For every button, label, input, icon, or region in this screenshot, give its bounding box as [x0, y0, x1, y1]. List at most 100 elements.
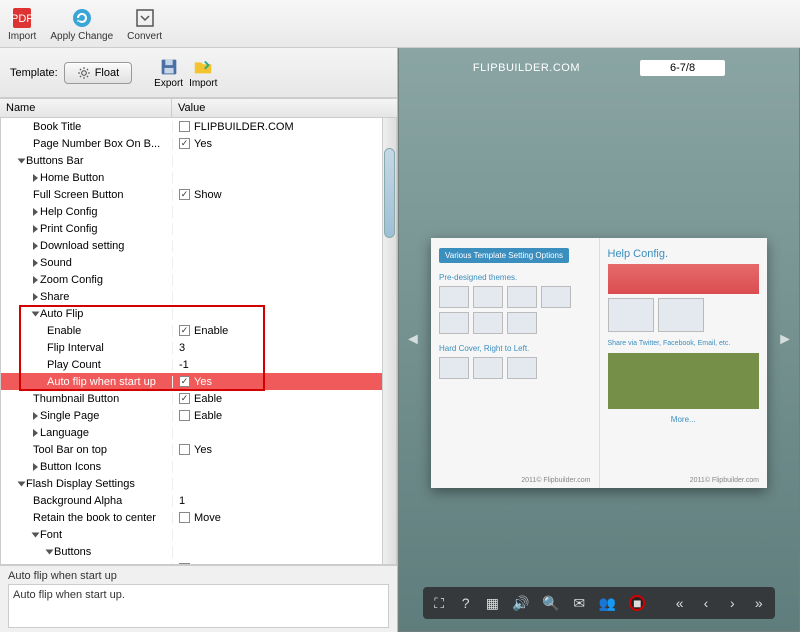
- checkbox-icon[interactable]: ✓: [179, 138, 190, 149]
- main-toolbar: PDF Import Apply Change Convert: [0, 0, 800, 48]
- property-row[interactable]: Button Icons: [1, 458, 396, 475]
- property-row[interactable]: Print Config: [1, 220, 396, 237]
- property-row[interactable]: Flash Display Settings: [1, 475, 396, 492]
- property-row[interactable]: Page Number Box On B...✓Yes: [1, 135, 396, 152]
- import-template-label: Import: [189, 78, 217, 89]
- share-text: Share via Twitter, Facebook, Email, etc.: [608, 340, 760, 347]
- property-row[interactable]: Enable✓Enable: [1, 322, 396, 339]
- property-name: Thumbnail Button: [33, 393, 119, 405]
- pdf-icon: PDF: [10, 6, 34, 30]
- prev-page-icon[interactable]: ‹: [700, 595, 712, 611]
- next-arrow-icon[interactable]: ►: [777, 331, 793, 349]
- property-row[interactable]: Download setting: [1, 237, 396, 254]
- expand-icon[interactable]: [33, 463, 38, 471]
- expand-icon[interactable]: [33, 293, 38, 301]
- property-name: Flash Display Settings: [26, 478, 135, 490]
- expand-icon[interactable]: [33, 174, 38, 182]
- property-name: Buttons Bar: [26, 155, 83, 167]
- property-name: Font: [40, 529, 62, 541]
- preview-panel: FLIPBUILDER.COM 6-7/8 ◄ ► Various Templa…: [398, 48, 800, 632]
- expand-icon[interactable]: [33, 242, 38, 250]
- property-value: Eable: [194, 393, 222, 405]
- sound-icon[interactable]: 🔊: [513, 595, 529, 611]
- preview-site-title: FLIPBUILDER.COM: [473, 62, 580, 74]
- import-template-button[interactable]: Import: [189, 56, 217, 89]
- property-row[interactable]: Auto flip when start up✓Yes: [1, 373, 396, 390]
- property-row[interactable]: Background Alpha1: [1, 492, 396, 509]
- property-name: Zoom Config: [40, 274, 103, 286]
- checkbox-icon[interactable]: [179, 121, 190, 132]
- help-icon[interactable]: ?: [459, 595, 471, 611]
- expand-icon[interactable]: [32, 532, 40, 537]
- expand-icon[interactable]: [33, 412, 38, 420]
- expand-icon[interactable]: [32, 311, 40, 316]
- property-row[interactable]: Auto Flip: [1, 305, 396, 322]
- expand-icon[interactable]: [33, 429, 38, 437]
- checkbox-icon[interactable]: ✓: [179, 393, 190, 404]
- expand-icon[interactable]: [33, 225, 38, 233]
- property-row[interactable]: Buttons Bar: [1, 152, 396, 169]
- property-row[interactable]: Font Color0xffffff: [1, 560, 396, 565]
- page-indicator[interactable]: 6-7/8: [640, 60, 725, 76]
- column-value: Value: [172, 99, 397, 117]
- checkbox-icon[interactable]: ✓: [179, 325, 190, 336]
- expand-icon[interactable]: [18, 481, 26, 486]
- property-row[interactable]: Flip Interval3: [1, 339, 396, 356]
- property-row[interactable]: Book TitleFLIPBUILDER.COM: [1, 118, 396, 135]
- template-button[interactable]: Float: [64, 62, 132, 84]
- property-table[interactable]: Book TitleFLIPBUILDER.COMPage Number Box…: [0, 118, 397, 565]
- checkbox-icon[interactable]: ✓: [179, 189, 190, 200]
- thumbnails-icon[interactable]: ▦: [486, 595, 499, 611]
- property-value: Eable: [194, 410, 222, 422]
- expand-icon[interactable]: [33, 276, 38, 284]
- property-row[interactable]: Thumbnail Button ✓ Eable: [1, 390, 396, 407]
- property-name: Home Button: [40, 172, 104, 184]
- preview-toolbar: ⛶ ? ▦ 🔊 🔍 ✉ 👥 ■ « ‹ › »: [423, 587, 775, 619]
- share-icon[interactable]: 👥: [599, 595, 615, 611]
- property-row[interactable]: Tool Bar on topYes: [1, 441, 396, 458]
- more-link[interactable]: More...: [608, 415, 760, 424]
- export-button[interactable]: Export: [154, 56, 183, 89]
- property-name: Single Page: [40, 410, 99, 422]
- checkbox-icon[interactable]: [179, 512, 190, 523]
- property-row[interactable]: Sound: [1, 254, 396, 271]
- checkbox-icon[interactable]: [179, 444, 190, 455]
- property-row[interactable]: Home Button: [1, 169, 396, 186]
- property-name: Button Icons: [40, 461, 101, 473]
- expand-icon[interactable]: [18, 158, 26, 163]
- property-row[interactable]: Buttons: [1, 543, 396, 560]
- scrollbar[interactable]: [382, 118, 396, 564]
- apply-change-button[interactable]: Apply Change: [50, 6, 113, 42]
- email-icon[interactable]: ✉: [573, 595, 585, 611]
- property-row[interactable]: Font: [1, 526, 396, 543]
- next-page-icon[interactable]: ›: [726, 595, 738, 611]
- property-row[interactable]: Zoom Config: [1, 271, 396, 288]
- property-row[interactable]: Full Screen Button✓Show: [1, 186, 396, 203]
- fullscreen-icon[interactable]: ⛶: [433, 595, 445, 611]
- convert-label: Convert: [127, 31, 162, 42]
- svg-text:PDF: PDF: [11, 13, 33, 25]
- convert-button[interactable]: Convert: [127, 6, 162, 42]
- property-row[interactable]: Single Page Eable: [1, 407, 396, 424]
- checkbox-icon[interactable]: ✓: [179, 376, 190, 387]
- property-row[interactable]: Retain the book to centerMove: [1, 509, 396, 526]
- property-row[interactable]: Play Count-1: [1, 356, 396, 373]
- last-page-icon[interactable]: »: [753, 595, 765, 611]
- export-label: Export: [154, 78, 183, 89]
- zoom-icon[interactable]: 🔍: [543, 595, 559, 611]
- prev-arrow-icon[interactable]: ◄: [405, 331, 421, 349]
- autoflip-stop-icon[interactable]: ■: [629, 595, 645, 611]
- expand-icon[interactable]: [46, 549, 54, 554]
- property-row[interactable]: Language: [1, 424, 396, 441]
- property-name: Full Screen Button: [33, 189, 124, 201]
- template-bar: Template: Float Export Import: [0, 48, 397, 98]
- checkbox-icon[interactable]: [179, 563, 190, 565]
- property-row[interactable]: Help Config: [1, 203, 396, 220]
- scrollbar-thumb[interactable]: [384, 148, 395, 238]
- expand-icon[interactable]: [33, 208, 38, 216]
- property-row[interactable]: Share: [1, 288, 396, 305]
- first-page-icon[interactable]: «: [673, 595, 685, 611]
- expand-icon[interactable]: [33, 259, 38, 267]
- checkbox-icon[interactable]: [179, 410, 190, 421]
- import-button[interactable]: PDF Import: [8, 6, 36, 42]
